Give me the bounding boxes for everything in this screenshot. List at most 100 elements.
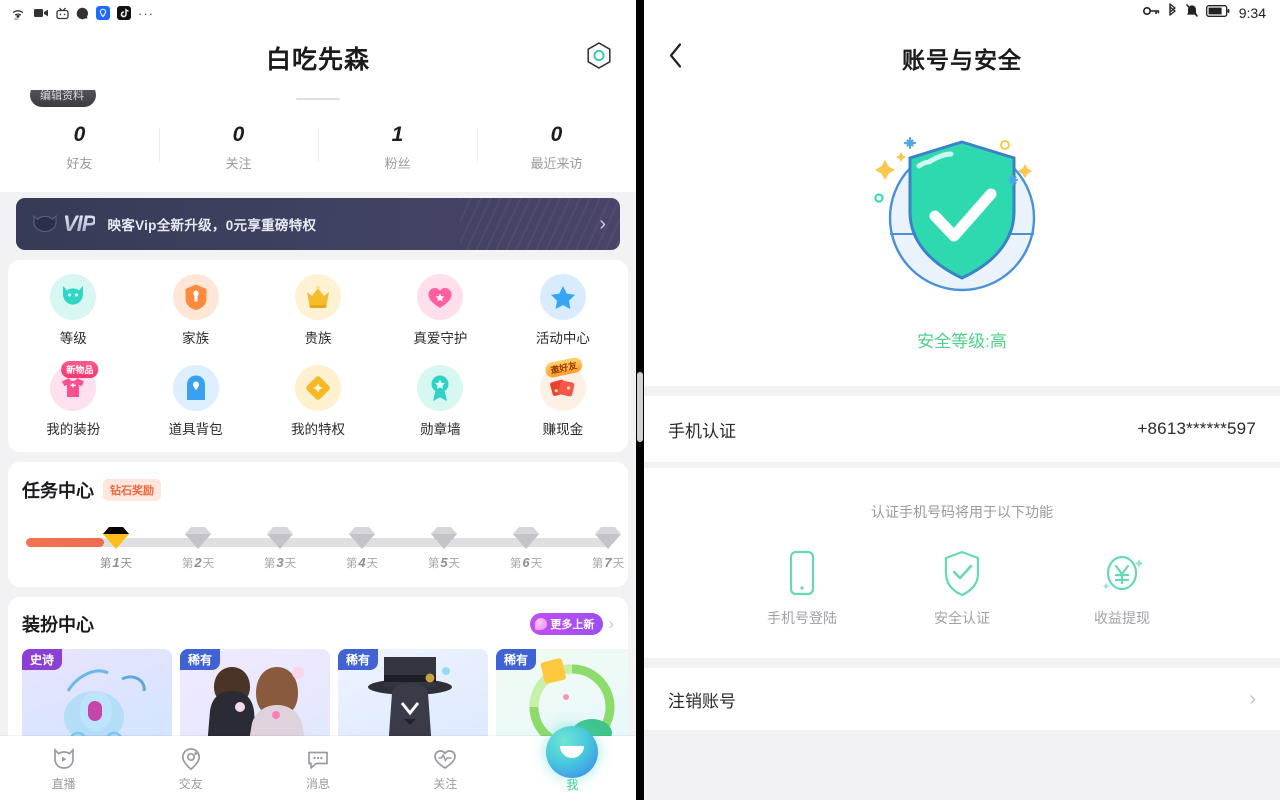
tab-label: 关注 xyxy=(433,776,458,791)
tab-label: 消息 xyxy=(306,776,331,791)
task-day-5[interactable]: 第5天 xyxy=(413,525,475,571)
dress-more-button[interactable]: 更多上新 › xyxy=(530,613,614,636)
profile-stats: 0 好友 0 关注 1 粉丝 0 最近来访 xyxy=(0,114,636,193)
gem-gray-icon xyxy=(349,527,375,550)
grid-item-label: 道具背包 xyxy=(168,422,223,438)
grid-item-noble[interactable]: 贵族 xyxy=(257,274,379,347)
task-center-card: 任务中心 钻石奖励 第1天 第2天 第3天 第4天 第5天 第6天 第7天 xyxy=(8,462,628,588)
tab-me[interactable]: 我 xyxy=(509,725,636,793)
task-day-label: 第3天 xyxy=(263,555,297,571)
functions-row: 手机号登陆 安全认证 收益提现 xyxy=(644,548,1280,628)
phone-functions-block: 认证手机号码将用于以下功能 手机号登陆 安全认证 收益提现 xyxy=(644,468,1280,658)
heart-guard-icon xyxy=(417,274,464,321)
level-cat-icon xyxy=(50,274,97,321)
panel-divider xyxy=(636,0,644,800)
task-day-1[interactable]: 第1天 xyxy=(85,525,147,571)
rarity-badge: 稀有 xyxy=(180,649,221,671)
rarity-badge: 史诗 xyxy=(22,649,63,671)
right-status-bar: 9:34 xyxy=(644,0,1280,26)
stat-recent-visitors[interactable]: 0 最近来访 xyxy=(477,122,636,172)
function-label: 安全认证 xyxy=(934,610,990,626)
qq-icon xyxy=(76,7,89,20)
task-day-label: 第6天 xyxy=(509,555,543,571)
svg-text:4G: 4G xyxy=(14,17,19,20)
task-day-4[interactable]: 第4天 xyxy=(331,525,393,571)
stat-fans[interactable]: 1 粉丝 xyxy=(318,122,477,172)
tab-live[interactable]: 直播 xyxy=(0,745,127,792)
backpack-icon xyxy=(172,365,219,412)
yuan-coin-icon xyxy=(1074,548,1170,598)
battery-icon xyxy=(1205,4,1230,22)
vpn-key-icon xyxy=(1142,4,1160,22)
stat-friends[interactable]: 0 好友 xyxy=(0,122,159,172)
grid-item-family[interactable]: 家族 xyxy=(134,274,256,347)
logout-label: 注销账号 xyxy=(668,691,736,711)
task-day-2[interactable]: 第2天 xyxy=(167,525,229,571)
scrollbar-thumb[interactable] xyxy=(637,372,643,442)
crown-icon xyxy=(295,274,342,321)
browser-icon xyxy=(96,6,110,20)
task-center-header: 任务中心 钻石奖励 xyxy=(22,477,614,503)
left-bottom-tab-bar: 直播 交友 消息 关注 我 xyxy=(0,725,636,800)
phone-auth-row[interactable]: 手机认证 +8613******597 xyxy=(644,396,1280,462)
grid-item-activity-center[interactable]: 活动中心 xyxy=(502,274,624,347)
task-day-6[interactable]: 第6天 xyxy=(495,525,557,571)
logout-account-row[interactable]: 注销账号 › xyxy=(644,668,1280,730)
stat-label: 粉丝 xyxy=(384,156,411,172)
grid-item-true-love-guard[interactable]: 真爱守护 xyxy=(379,274,501,347)
stat-following[interactable]: 0 关注 xyxy=(159,122,318,172)
function-income-withdraw: 收益提现 xyxy=(1074,548,1170,628)
chevron-right-icon: › xyxy=(608,614,614,634)
chevron-left-icon[interactable] xyxy=(668,42,684,75)
chevron-right-icon: › xyxy=(599,213,606,236)
grid-item-item-backpack[interactable]: 道具背包 xyxy=(134,365,256,438)
live-cat-play-icon xyxy=(0,745,127,773)
grid-item-my-privilege[interactable]: 我的特权 xyxy=(257,365,379,438)
page-title: 白吃先森 xyxy=(265,46,370,74)
task-day-3[interactable]: 第3天 xyxy=(249,525,311,571)
grid-item-label: 贵族 xyxy=(304,331,332,347)
tab-messages[interactable]: 消息 xyxy=(254,745,381,792)
gem-gray-icon xyxy=(267,527,293,550)
edit-profile-strip: 编辑资料 xyxy=(0,90,636,114)
mute-bell-icon xyxy=(1185,3,1199,23)
right-header: 账号与安全 xyxy=(644,26,1280,90)
smile-shape xyxy=(560,745,585,758)
task-day-7[interactable]: 第7天 xyxy=(577,525,636,571)
grid-item-level[interactable]: 等级 xyxy=(12,274,134,347)
security-shield-check-art xyxy=(874,136,1036,292)
vip-banner[interactable]: VIP 映客Vip全新升级，0元享重磅特权 › xyxy=(16,198,620,251)
section-divider xyxy=(644,658,1280,668)
bluetooth-icon xyxy=(1167,3,1178,23)
gem-gray-icon xyxy=(185,527,211,550)
tab-label: 直播 xyxy=(51,776,76,791)
hexagon-badge-icon[interactable] xyxy=(584,41,614,76)
grid-item-my-outfit[interactable]: 新物品 我的装扮 xyxy=(12,361,134,438)
tv-icon xyxy=(56,7,69,20)
gem-gold-icon xyxy=(103,527,129,550)
diamond-reward-tag: 钻石奖励 xyxy=(103,479,161,502)
right-phone-panel: 9:34 账号与安全 安全等级:高 手机认证 +8613******597 认证… xyxy=(644,0,1280,800)
dual-panel-screenshot: 4G ··· 白吃先森 编辑资料 0 好友 0 关注 1 粉丝 0 最近来访 V… xyxy=(0,0,1280,800)
more-new-badge: 更多上新 xyxy=(530,613,604,636)
grid-item-medal-wall[interactable]: 勋章墙 xyxy=(379,365,501,438)
chevron-right-icon: › xyxy=(1249,687,1256,710)
feature-grid-row-2: 新物品 我的装扮 道具背包 我的特权 勋章墙 邀好友 赚现金 xyxy=(12,356,624,438)
edit-profile-button[interactable]: 编辑资料 xyxy=(30,90,96,107)
phone-auth-label: 手机认证 xyxy=(668,421,736,441)
swipe-indicator xyxy=(296,98,340,100)
star-icon xyxy=(539,274,586,321)
tab-label: 我 xyxy=(566,777,579,792)
gem-gray-icon xyxy=(431,527,457,550)
functions-hint: 认证手机号码将用于以下功能 xyxy=(871,504,1053,520)
left-header: 白吃先森 xyxy=(0,26,636,90)
tab-friends[interactable]: 交友 xyxy=(127,745,254,792)
feature-grid-row-1: 等级 家族 贵族 真爱守护 活动中心 xyxy=(12,274,624,347)
tab-following[interactable]: 关注 xyxy=(382,745,509,792)
task-day-label: 第2天 xyxy=(181,555,215,571)
task-center-title: 任务中心 xyxy=(22,481,94,502)
me-avatar-icon xyxy=(546,725,599,778)
grid-item-earn-cash[interactable]: 邀好友 赚现金 xyxy=(502,356,624,438)
diamond-icon xyxy=(295,365,342,412)
stat-value: 0 xyxy=(232,123,245,146)
